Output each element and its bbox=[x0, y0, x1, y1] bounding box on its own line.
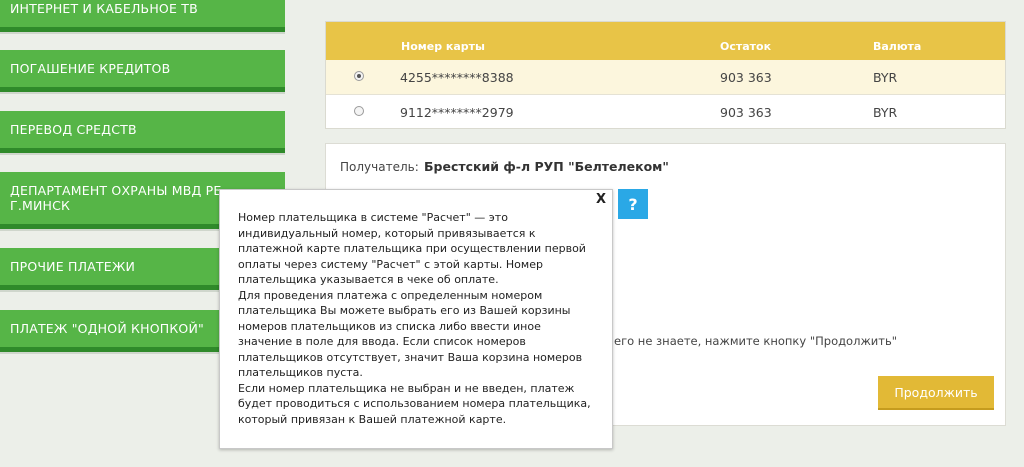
popup-line: Номер плательщика в системе "Расчет" — э… bbox=[238, 211, 508, 224]
card-number: 4255********8388 bbox=[400, 70, 514, 85]
sidebar-item-label: ПЛАТЕЖ "ОДНОЙ КНОПКОЙ" bbox=[10, 321, 204, 336]
card-radio[interactable] bbox=[354, 106, 364, 116]
column-header-balance: Остаток bbox=[720, 40, 772, 53]
popup-line: плательщиков пуста. bbox=[238, 366, 363, 379]
recipient-value: Брестский ф-л РУП "Белтелеком" bbox=[424, 159, 669, 174]
popup-line: плательщика Вы можете выбрать его из Ваш… bbox=[238, 304, 571, 317]
popup-line: который привязан к Вашей платежной карте… bbox=[238, 412, 507, 426]
table-row[interactable]: 4255********8388 903 363 BYR bbox=[326, 60, 1005, 94]
popup-line: номеров плательщиков из списка либо ввес… bbox=[238, 319, 541, 333]
popup-line: будет проводиться с использованием номер… bbox=[238, 397, 591, 410]
payer-number-help-popup: X Номер плательщика в системе "Расчет" —… bbox=[219, 189, 613, 449]
card-currency: BYR bbox=[873, 70, 898, 85]
card-number: 9112********2979 bbox=[400, 105, 514, 120]
sidebar-item-label: ПЕРЕВОД СРЕДСТВ bbox=[10, 122, 137, 137]
column-header-card-number: Номер карты bbox=[401, 40, 486, 53]
column-header-currency: Валюта bbox=[873, 40, 922, 53]
cards-table-header: Номер карты Остаток Валюта bbox=[326, 22, 1005, 61]
sidebar-item-label: ПОГАШЕНИЕ КРЕДИТОВ bbox=[10, 61, 171, 76]
popup-line: плательщиков отсутствует, значит Ваша ко… bbox=[238, 350, 583, 364]
continue-hint: его не знаете, нажмите кнопку "Продолжит… bbox=[614, 334, 898, 348]
popup-line: платежной карте плательщика при осуществ… bbox=[238, 242, 586, 255]
popup-line: Если номер плательщика не выбран и не вв… bbox=[238, 381, 575, 395]
close-icon[interactable]: X bbox=[596, 192, 606, 207]
sidebar-item-label: ДЕПАРТАМЕНТ ОХРАНЫ МВД РБ Г.МИНСК bbox=[10, 183, 222, 213]
popup-line: индивидуальный номер, который привязывае… bbox=[238, 226, 536, 240]
popup-line: плательщика указывается в чеке об оплате… bbox=[238, 273, 499, 286]
sidebar-item-label: ПРОЧИЕ ПЛАТЕЖИ bbox=[10, 259, 136, 274]
sidebar-item-label: ИНТЕРНЕТ И КАБЕЛЬНОЕ ТВ bbox=[10, 1, 198, 16]
sidebar-item-internet-tv[interactable]: ИНТЕРНЕТ И КАБЕЛЬНОЕ ТВ bbox=[0, 0, 285, 32]
sidebar-item-loan-repayment[interactable]: ПОГАШЕНИЕ КРЕДИТОВ bbox=[0, 50, 285, 92]
sidebar-item-label-line2: Г.МИНСК bbox=[10, 198, 71, 213]
card-currency: BYR bbox=[873, 105, 898, 120]
popup-line: оплаты через систему "Расчет" с этой кар… bbox=[238, 257, 543, 271]
continue-button[interactable]: Продолжить bbox=[878, 376, 994, 410]
table-row[interactable]: 9112********2979 903 363 BYR bbox=[326, 95, 1005, 129]
popup-line: значение в поле для ввода. Если список н… bbox=[238, 335, 526, 348]
popup-line: Для проведения платежа с определенным но… bbox=[238, 288, 543, 302]
recipient-label: Получатель: bbox=[340, 160, 419, 174]
sidebar-item-money-transfer[interactable]: ПЕРЕВОД СРЕДСТВ bbox=[0, 111, 285, 153]
help-button[interactable]: ? bbox=[618, 189, 648, 219]
card-balance: 903 363 bbox=[720, 70, 772, 85]
card-radio-selected[interactable] bbox=[354, 71, 364, 81]
cards-table: Номер карты Остаток Валюта 4255********8… bbox=[325, 21, 1006, 129]
sidebar-item-label-line1: ДЕПАРТАМЕНТ ОХРАНЫ МВД РБ bbox=[10, 183, 223, 198]
card-balance: 903 363 bbox=[720, 105, 772, 120]
popup-text: Номер плательщика в системе "Расчет" — э… bbox=[238, 210, 598, 427]
